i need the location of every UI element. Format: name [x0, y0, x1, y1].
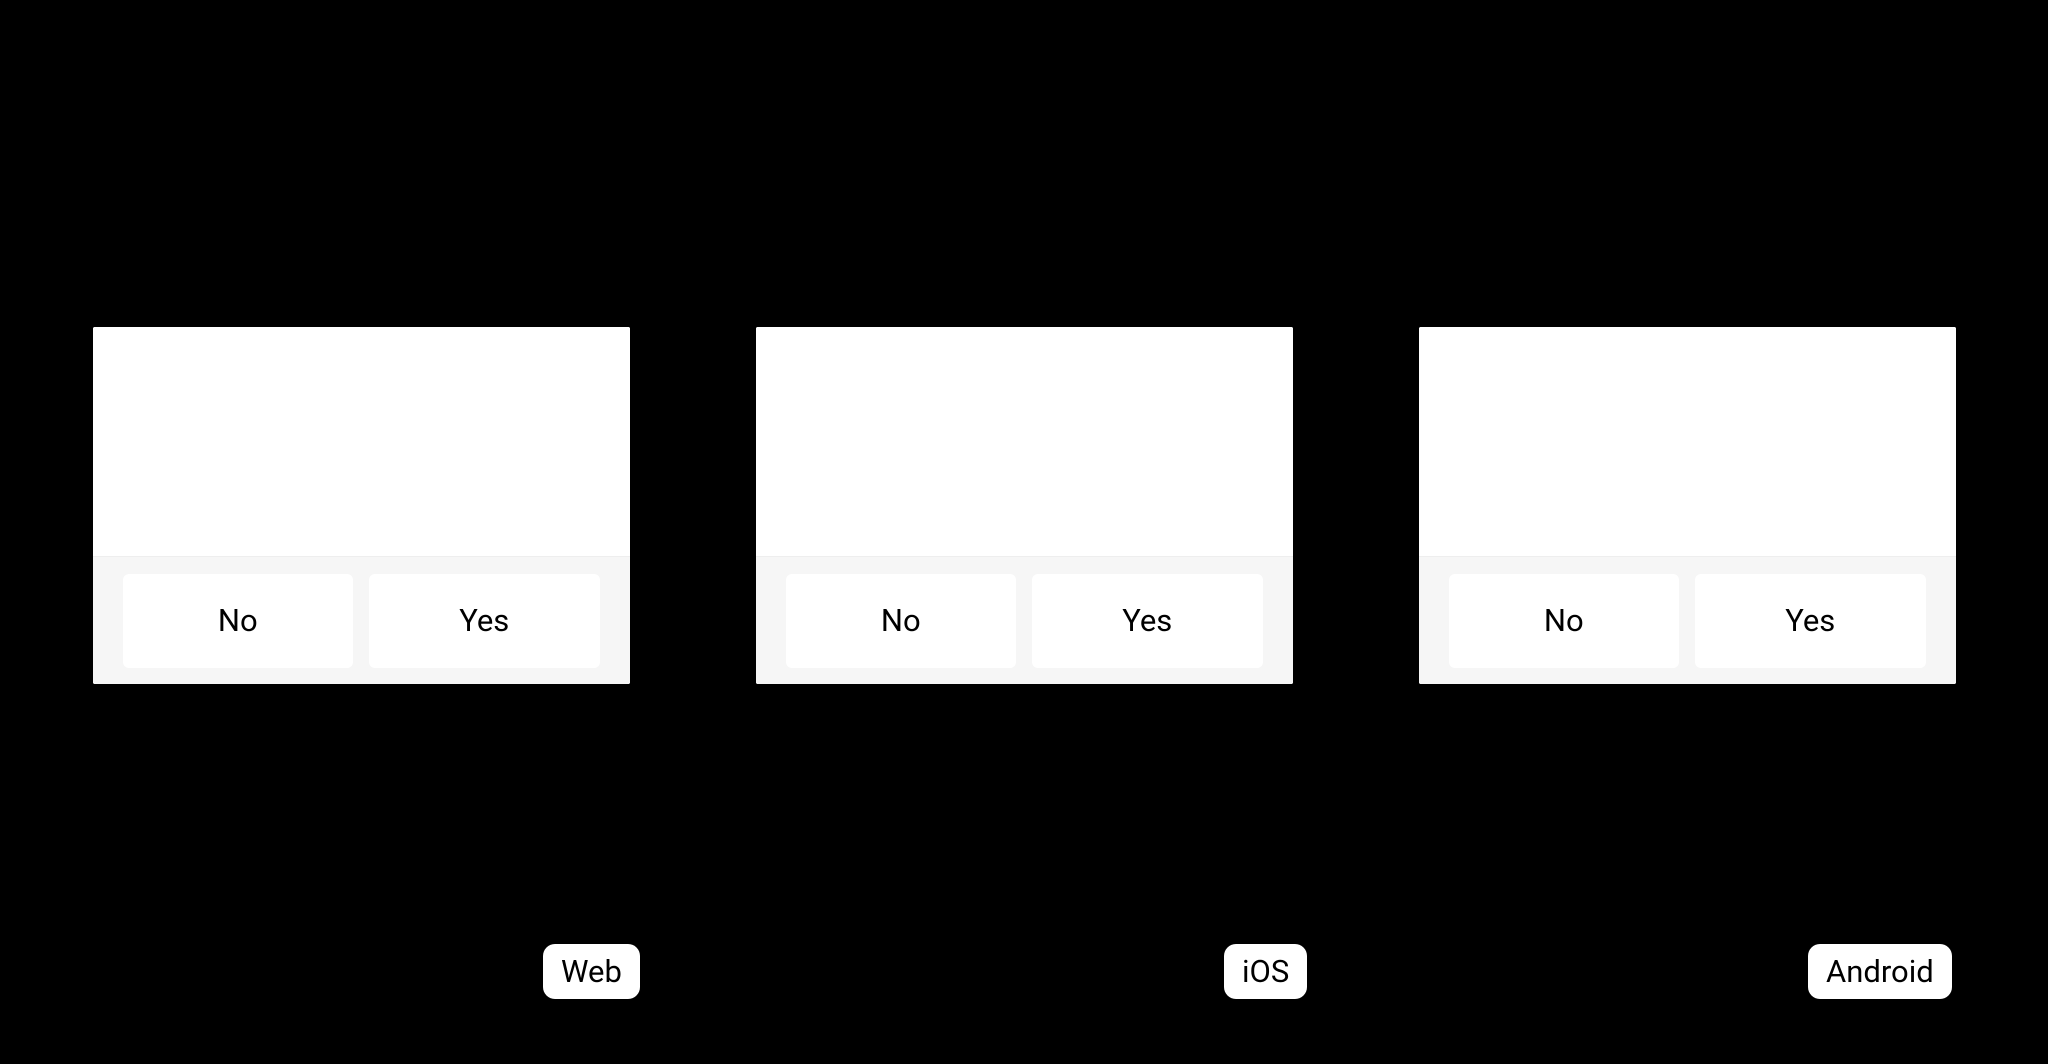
dialog-footer: No Yes: [756, 556, 1293, 684]
platform-labels-row: Web iOS Android: [0, 944, 2048, 1014]
dialog-panel-ios: No Yes: [756, 327, 1293, 684]
yes-button[interactable]: Yes: [1695, 574, 1926, 668]
no-button[interactable]: No: [1449, 574, 1680, 668]
platform-label-web: Web: [543, 944, 640, 999]
yes-button[interactable]: Yes: [1032, 574, 1263, 668]
platform-label-ios: iOS: [1224, 944, 1307, 999]
yes-button[interactable]: Yes: [369, 574, 600, 668]
dialog-body: [93, 327, 630, 556]
dialog-body: [1419, 327, 1956, 556]
dialog-footer: No Yes: [1419, 556, 1956, 684]
dialog-footer: No Yes: [93, 556, 630, 684]
platform-label-android: Android: [1808, 944, 1952, 999]
dialog-panel-web: No Yes: [93, 327, 630, 684]
no-button[interactable]: No: [123, 574, 354, 668]
dialog-body: [756, 327, 1293, 556]
panels-row: No Yes No Yes No Yes: [0, 327, 2048, 684]
no-button[interactable]: No: [786, 574, 1017, 668]
dialog-panel-android: No Yes: [1419, 327, 1956, 684]
